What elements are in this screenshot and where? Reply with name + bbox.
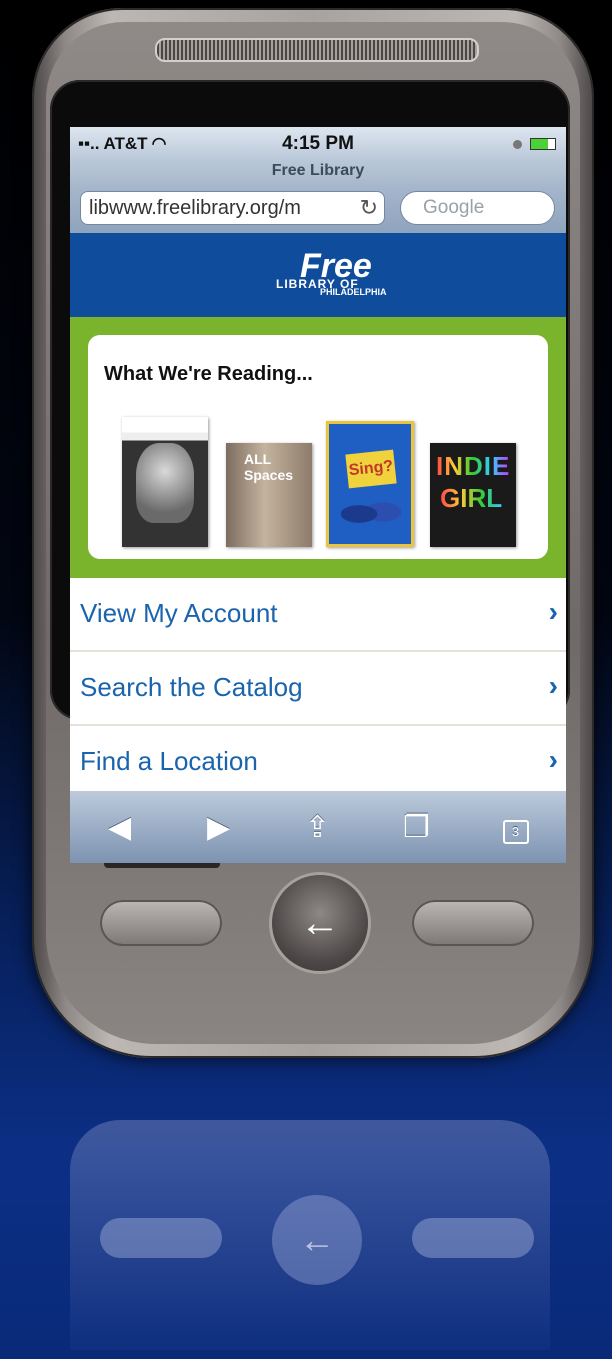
- url-field[interactable]: libwww.freelibrary.org/m ↻: [80, 191, 385, 225]
- search-field[interactable]: Google: [400, 191, 555, 225]
- cover-title-line1: INDIE: [436, 451, 511, 481]
- status-time: 4:15 PM: [282, 133, 354, 154]
- chevron-right-icon: ›: [548, 744, 558, 775]
- nav-find-location[interactable]: Find a Location ›: [70, 726, 566, 800]
- page-title: Free Library: [70, 161, 566, 183]
- reflection-end-button: [412, 1218, 534, 1258]
- nav-search-catalog[interactable]: Search the Catalog ›: [70, 652, 566, 726]
- nav-view-my-account[interactable]: View My Account ›: [70, 578, 566, 652]
- browser-screen: ▪▪.. AT&T ◠ 4:15 PM Free Library libwww.…: [70, 127, 566, 863]
- hardware-back-button[interactable]: ←: [272, 875, 368, 971]
- url-text: libwww.freelibrary.org/m: [89, 197, 301, 219]
- address-bar-row: libwww.freelibrary.org/m ↻ Google: [70, 183, 566, 233]
- reading-card: What We're Reading... ALL Spaces Sing? I…: [88, 335, 548, 559]
- nav-label: Search the Catalog: [80, 672, 303, 702]
- cover-title-line2: GIRL: [440, 483, 503, 513]
- bookmarks-icon[interactable]: ❐: [367, 810, 466, 845]
- free-library-logo[interactable]: Free LIBRARY OF PHILADELPHIA: [270, 247, 387, 305]
- featured-section: What We're Reading... ALL Spaces Sing? I…: [70, 317, 566, 578]
- book-cover-why-birds-sing[interactable]: Sing?: [326, 421, 414, 547]
- birds-illustration: [341, 494, 401, 534]
- reflection-back-button: ←: [272, 1195, 362, 1285]
- reflection-call-button: [100, 1218, 222, 1258]
- book-cover-steve-jobs[interactable]: [122, 417, 208, 547]
- forward-arrow-icon[interactable]: ▶: [169, 810, 268, 845]
- reading-heading: What We're Reading...: [104, 363, 313, 385]
- share-icon[interactable]: ⇪: [268, 810, 367, 845]
- nav-label: View My Account: [80, 598, 278, 628]
- lock-icon: [513, 139, 522, 149]
- site-header: Free LIBRARY OF PHILADELPHIA: [70, 233, 566, 317]
- end-call-button[interactable]: [412, 900, 534, 946]
- browser-toolbar: ◀ ▶ ⇪ ❐ 3: [70, 791, 566, 863]
- battery-icon: [530, 138, 556, 150]
- logo-city-text: PHILADELPHIA: [320, 287, 387, 297]
- status-right: [513, 138, 556, 150]
- chevron-right-icon: ›: [548, 596, 558, 627]
- cover-title: ALL Spaces: [244, 451, 294, 483]
- status-bar: ▪▪.. AT&T ◠ 4:15 PM: [70, 127, 566, 161]
- chevron-right-icon: ›: [548, 670, 558, 701]
- book-cover-small-spaces[interactable]: ALL Spaces: [226, 443, 312, 547]
- call-button[interactable]: [100, 900, 222, 946]
- nav-label: Find a Location: [80, 746, 258, 776]
- tabs-button[interactable]: 3: [466, 810, 565, 844]
- cover-title: Sing?: [345, 449, 397, 489]
- earpiece-speaker: [155, 38, 479, 62]
- tabs-count: 3: [502, 820, 529, 844]
- portrait-image: [136, 443, 194, 523]
- book-cover-indie-girl[interactable]: INDIE GIRL: [430, 443, 516, 547]
- back-arrow-icon[interactable]: ◀: [70, 810, 169, 845]
- reload-icon[interactable]: ↻: [360, 192, 378, 224]
